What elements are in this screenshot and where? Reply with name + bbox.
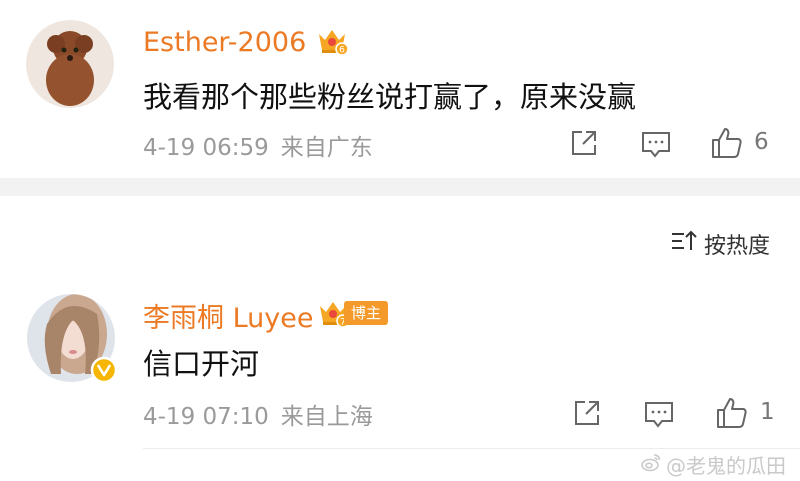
watermark: @老鬼的瓜田 [640,450,786,479]
share-icon[interactable] [569,128,599,162]
comment-location: 来自广东 [280,135,373,161]
comment-item: Esther-2006 6 我看那个那些粉丝说打赢了，原来没赢 4-19 06:… [0,0,800,178]
username[interactable]: 李雨桐 Luyee [143,296,313,335]
like-count: 1 [760,399,775,425]
crown-icon: 6 [316,25,349,61]
sort-label: 按热度 [703,234,770,259]
comment-meta: 4-19 06:59 来自广东 [143,128,373,162]
comment-location: 来自上海 [280,404,373,430]
section-divider [0,178,800,196]
blogger-badge: 博主 [344,301,389,325]
watermark-text: @老鬼的瓜田 [666,454,786,478]
like-icon[interactable] [710,126,744,164]
comment-text: 我看那个那些粉丝说打赢了，原来没赢 [143,80,637,114]
comment-icon[interactable] [640,130,672,164]
comment-item: 李雨桐 Luyee 7 博主 信口开河 4-19 07:10 来自上海 1 [0,284,800,454]
verified-icon [90,356,118,388]
comment-icon[interactable] [643,400,675,434]
sort-toggle[interactable]: 按热度 [670,228,770,260]
comment-text: 信口开河 [143,347,260,381]
username[interactable]: Esther-2006 [143,27,306,58]
like-count: 6 [754,129,769,155]
comment-date: 4-19 07:10 [143,404,269,430]
crown-level: 6 [339,46,345,56]
sort-icon [670,229,698,259]
divider [143,448,800,449]
comment-meta: 4-19 07:10 来自上海 [143,397,373,431]
avatar[interactable] [26,20,114,108]
like-icon[interactable] [715,396,749,434]
share-icon[interactable] [572,398,602,432]
comment-date: 4-19 06:59 [143,135,269,161]
weibo-icon [640,452,662,477]
